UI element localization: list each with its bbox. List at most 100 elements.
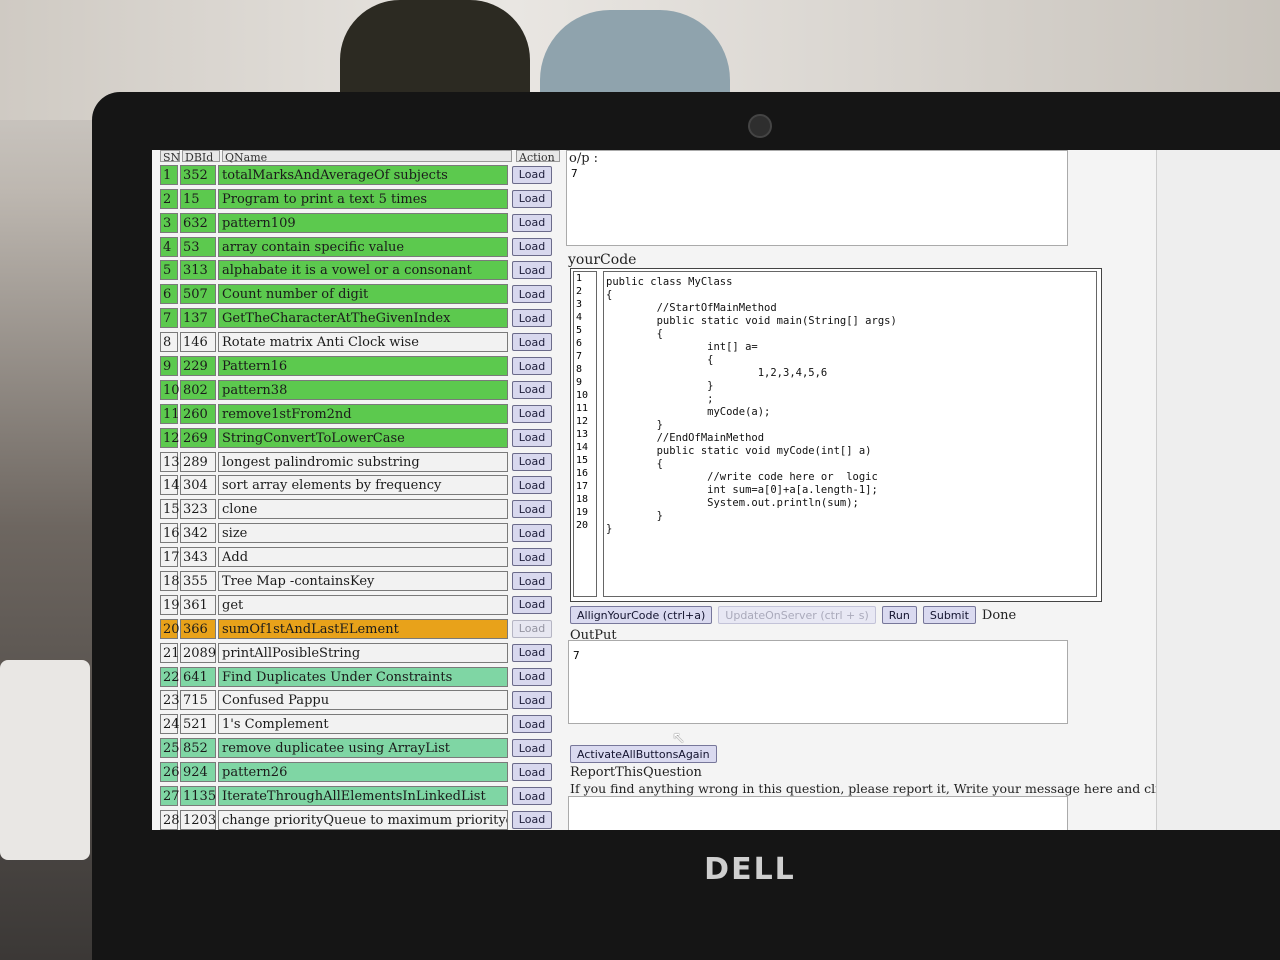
load-button[interactable]: Load xyxy=(512,667,552,686)
load-button[interactable]: Load xyxy=(512,787,552,806)
row-question-name: Find Duplicates Under Constraints xyxy=(218,666,508,687)
row-action: Load xyxy=(512,523,556,543)
row-question-name: Add xyxy=(218,547,508,568)
header-sn: SN xyxy=(160,150,180,164)
row-question-name: remove1stFrom2nd xyxy=(218,403,508,424)
load-button[interactable]: Load xyxy=(512,524,552,543)
status-text: Done xyxy=(981,607,1017,623)
webcam-icon xyxy=(748,114,772,138)
row-sn: 22 xyxy=(160,666,180,687)
code-editor[interactable]: 1 2 3 4 5 6 7 8 9 10 11 12 13 14 15 16 1… xyxy=(570,268,1102,602)
row-action: Load xyxy=(512,499,556,519)
table-row: 28 1203 change priorityQueue to maximum pr… xyxy=(160,809,562,830)
row-dbid: 802 xyxy=(180,379,216,400)
expected-output-label: o/p : xyxy=(569,151,599,166)
output-value: 7 xyxy=(573,649,580,662)
row-question-name: Confused Pappu xyxy=(218,690,508,711)
row-dbid: 715 xyxy=(180,690,216,711)
output-box[interactable]: 7 xyxy=(568,640,1068,724)
row-action: Load xyxy=(512,165,556,185)
row-action: Load xyxy=(512,213,556,233)
load-button[interactable]: Load xyxy=(512,428,552,447)
load-button[interactable]: Load xyxy=(512,309,552,328)
row-sn: 25 xyxy=(160,738,180,759)
row-action: Load xyxy=(512,786,556,806)
load-button[interactable]: Load xyxy=(512,165,552,184)
row-dbid: 15 xyxy=(180,188,216,209)
load-button[interactable]: Load xyxy=(512,739,552,758)
row-question-name: longest palindromic substring xyxy=(218,451,508,472)
load-button[interactable]: Load xyxy=(512,548,552,567)
report-message: If you find anything wrong in this quest… xyxy=(570,781,1233,796)
load-button[interactable]: Load xyxy=(512,261,552,280)
load-button[interactable]: Load xyxy=(512,715,552,734)
row-dbid: 53 xyxy=(180,236,216,257)
table-row: 27 1135 IterateThroughAllElementsInLinkedL… xyxy=(160,785,562,807)
code-textarea[interactable]: public class MyClass { //StartOfMainMeth… xyxy=(603,271,1097,597)
table-row: 23 715 Confused Pappu Load xyxy=(160,689,562,711)
row-action: Load xyxy=(512,189,556,209)
load-button[interactable]: Load xyxy=(512,213,552,232)
load-button[interactable]: Load xyxy=(512,404,552,423)
load-button[interactable]: Load xyxy=(512,810,552,829)
table-row: 7 137 GetTheCharacterAtTheGivenIndex Load xyxy=(160,307,562,329)
load-button[interactable]: Load xyxy=(512,500,552,519)
your-code-label: yourCode xyxy=(568,252,637,268)
row-sn: 1 xyxy=(160,164,178,185)
table-row: 4 53 array contain specific value Load xyxy=(160,236,562,258)
row-sn: 28 xyxy=(160,809,180,830)
row-action: Load xyxy=(512,714,556,734)
row-dbid: 507 xyxy=(180,284,216,305)
load-button[interactable]: Load xyxy=(512,285,552,304)
row-dbid: 352 xyxy=(180,164,216,185)
load-button[interactable]: Load xyxy=(512,333,552,352)
load-button[interactable]: Load xyxy=(512,476,552,495)
load-button[interactable]: Load xyxy=(512,763,552,782)
load-button[interactable]: Load xyxy=(512,643,552,662)
align-code-button[interactable]: AllignYourCode (ctrl+a) xyxy=(570,606,713,624)
row-dbid: 632 xyxy=(180,212,216,233)
expected-output-box[interactable]: o/p : 7 xyxy=(566,150,1068,246)
row-sn: 23 xyxy=(160,690,180,711)
table-row: 13 289 longest palindromic substring Load xyxy=(160,451,562,473)
question-table: SN DBId QName Action 1 352 totalMarksAndAv… xyxy=(160,150,562,830)
row-question-name: alphabate it is a vowel or a consonant xyxy=(218,260,508,281)
row-sn: 11 xyxy=(160,403,180,424)
row-question-name: change priorityQueue to maximum priority… xyxy=(218,809,508,830)
row-question-name: Program to print a text 5 times xyxy=(218,188,508,209)
table-row: 25 852 remove duplicatee using ArrayList Lo… xyxy=(160,737,562,759)
load-button[interactable]: Load xyxy=(512,189,552,208)
row-action: Load xyxy=(512,332,556,352)
report-textarea[interactable] xyxy=(568,796,1068,830)
row-question-name: size xyxy=(218,523,508,544)
row-dbid: 366 xyxy=(180,618,216,639)
table-row: 14 304 sort array elements by frequency Loa… xyxy=(160,474,562,496)
table-row: 9 229 Pattern16 Load xyxy=(160,355,562,377)
row-question-name: Count number of digit xyxy=(218,284,508,305)
side-panel xyxy=(1156,150,1280,830)
activate-buttons-button[interactable]: ActivateAllButtonsAgain xyxy=(570,745,717,763)
row-question-name: IterateThroughAllElementsInLinkedList xyxy=(218,786,508,807)
load-button[interactable]: Load xyxy=(512,357,552,376)
row-dbid: 2089 xyxy=(180,642,216,663)
update-server-button[interactable]: UpdateOnServer (ctrl + s) xyxy=(718,606,876,624)
table-row: 2 15 Program to print a text 5 times Load xyxy=(160,188,562,210)
row-question-name: remove duplicatee using ArrayList xyxy=(218,738,508,759)
row-sn: 17 xyxy=(160,547,180,568)
row-question-name: Tree Map -containsKey xyxy=(218,571,508,592)
load-button[interactable]: Load xyxy=(512,237,552,256)
load-button[interactable]: Load xyxy=(512,572,552,591)
load-button[interactable]: Load xyxy=(512,595,552,614)
load-button[interactable]: Load xyxy=(512,619,552,638)
submit-button[interactable]: Submit xyxy=(922,606,976,624)
run-button[interactable]: Run xyxy=(881,606,917,624)
brand-logo: DELL xyxy=(704,852,796,887)
load-button[interactable]: Load xyxy=(512,380,552,399)
load-button[interactable]: Load xyxy=(512,452,552,471)
side-object xyxy=(0,660,90,860)
load-button[interactable]: Load xyxy=(512,691,552,710)
table-row: 8 146 Rotate matrix Anti Clock wise Load xyxy=(160,331,562,353)
row-action: Load xyxy=(512,762,556,782)
row-dbid: 521 xyxy=(180,714,216,735)
row-sn: 8 xyxy=(160,332,178,353)
